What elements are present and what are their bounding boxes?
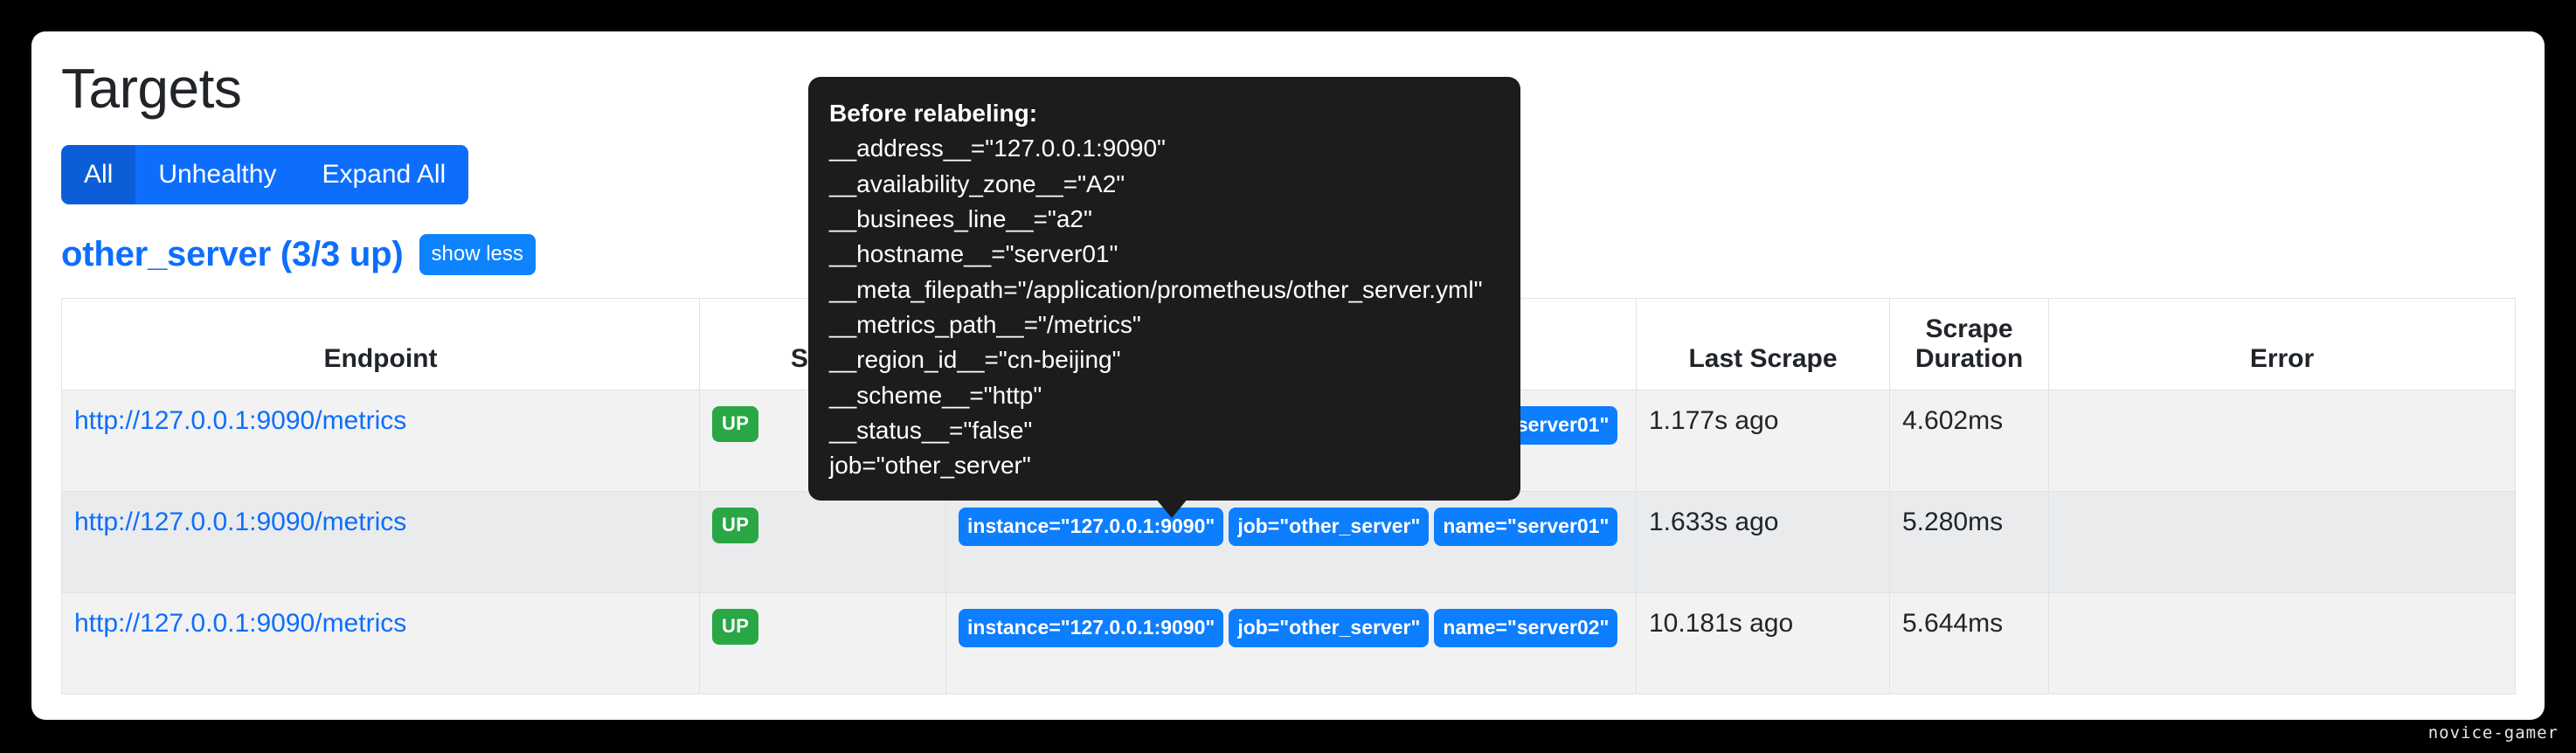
endpoint-cell: http://127.0.0.1:9090/metrics	[61, 592, 700, 695]
last-scrape-cell: 1.177s ago	[1636, 390, 1890, 493]
job-title[interactable]: other_server (3/3 up)	[61, 235, 404, 274]
tooltip-label-line: __address__="127.0.0.1:9090"	[829, 135, 1166, 162]
endpoint-link[interactable]: http://127.0.0.1:9090/metrics	[74, 406, 406, 435]
tooltip-label-line: job="other_server"	[829, 452, 1031, 480]
endpoint-link[interactable]: http://127.0.0.1:9090/metrics	[74, 508, 406, 536]
filter-button-all[interactable]: All	[61, 145, 136, 205]
filter-button-unhealthy[interactable]: Unhealthy	[135, 145, 300, 205]
scrape-duration-cell: 5.644ms	[1889, 592, 2049, 695]
error-cell	[2048, 491, 2516, 594]
scrape-duration-cell: 4.602ms	[1889, 390, 2049, 493]
watermark: novice-gamer	[2427, 723, 2559, 743]
error-cell	[2048, 390, 2516, 493]
scrape-duration-cell: 5.280ms	[1889, 491, 2049, 594]
screenshot-root: Targets All Unhealthy Expand All other_ser…	[0, 0, 2576, 753]
column-header-scrape-duration: Scrape Duration	[1889, 298, 2049, 391]
label-pill[interactable]: instance="127.0.0.1:9090"	[959, 609, 1224, 648]
tooltip-label-line: __metrics_path__="/metrics"	[829, 310, 1141, 338]
error-cell	[2048, 592, 2516, 695]
table-row: http://127.0.0.1:9090/metrics UP instance=…	[61, 491, 2516, 594]
state-cell: UP	[699, 592, 946, 695]
label-pill[interactable]: job="other_server"	[1229, 609, 1430, 648]
last-scrape-cell: 10.181s ago	[1636, 592, 1890, 695]
filter-button-expand-all[interactable]: Expand All	[299, 145, 469, 205]
tooltip-lines: __address__="127.0.0.1:9090" __availabili…	[829, 131, 1499, 483]
relabeling-tooltip: Before relabeling: __address__="127.0.0.…	[808, 77, 1520, 501]
endpoint-link[interactable]: http://127.0.0.1:9090/metrics	[74, 609, 406, 638]
filter-button-group: All Unhealthy Expand All	[61, 145, 469, 205]
status-badge: UP	[712, 609, 759, 646]
endpoint-cell: http://127.0.0.1:9090/metrics	[61, 491, 700, 594]
status-badge: UP	[712, 406, 759, 443]
tooltip-title: Before relabeling:	[829, 100, 1038, 127]
tooltip-label-line: __status__="false"	[829, 416, 1033, 444]
state-cell: UP	[699, 491, 946, 594]
tooltip-label-line: __businees_line__="a2"	[829, 204, 1092, 232]
column-header-endpoint: Endpoint	[61, 298, 700, 391]
endpoint-cell: http://127.0.0.1:9090/metrics	[61, 390, 700, 493]
tooltip-arrow	[1155, 498, 1188, 518]
labels-cell: instance="127.0.0.1:9090"job="other_serv…	[945, 491, 1637, 594]
label-pill[interactable]: name="server01"	[1434, 508, 1618, 547]
tooltip-label-line: __availability_zone__="A2"	[829, 169, 1125, 197]
label-pill[interactable]: job="other_server"	[1229, 508, 1430, 547]
column-header-error: Error	[2048, 298, 2516, 391]
table-row: http://127.0.0.1:9090/metrics UP instance=…	[61, 592, 2516, 695]
label-pill[interactable]: name="server02"	[1434, 609, 1618, 648]
tooltip-label-line: __scheme__="http"	[829, 381, 1042, 409]
column-header-last-scrape: Last Scrape	[1636, 298, 1890, 391]
tooltip-label-line: __hostname__="server01"	[829, 240, 1118, 268]
tooltip-label-line: __region_id__="cn-beijing"	[829, 346, 1121, 374]
labels-cell: instance="127.0.0.1:9090"job="other_serv…	[945, 592, 1637, 695]
tooltip-label-line: __meta_filepath="/application/prometheus…	[829, 275, 1483, 303]
status-badge: UP	[712, 508, 759, 544]
last-scrape-cell: 1.633s ago	[1636, 491, 1890, 594]
show-less-button[interactable]: show less	[419, 234, 536, 276]
